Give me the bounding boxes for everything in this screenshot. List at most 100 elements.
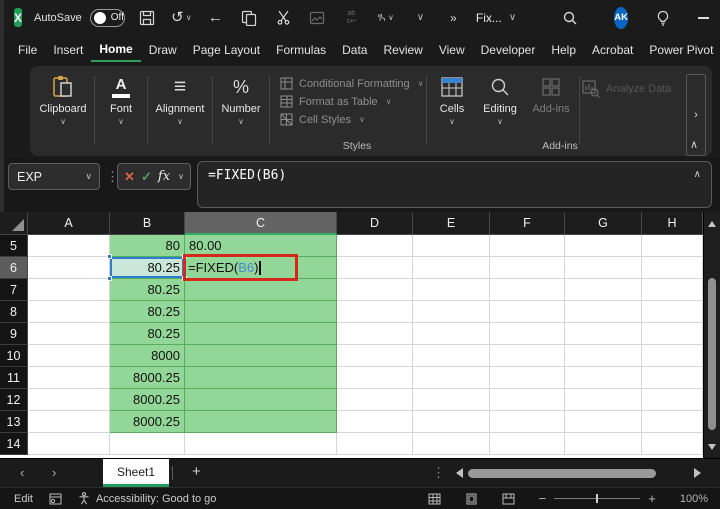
collapse-ribbon-icon[interactable]: ∧ [690,138,698,151]
cell-G12[interactable] [565,389,642,411]
cell-D10[interactable] [337,345,413,367]
name-box-chevron-icon[interactable]: ∨ [85,171,92,182]
cell-D12[interactable] [337,389,413,411]
autosave-toggle[interactable]: Off [89,8,125,27]
zoom-slider-handle[interactable] [596,494,599,503]
fx-chevron-icon[interactable]: ∨ [178,172,184,181]
document-title-dropdown[interactable]: Fix... ∨ [476,11,516,25]
cell-E14[interactable] [413,433,490,455]
cell-A7[interactable] [28,279,110,301]
cell-B5[interactable]: 80 [110,235,185,257]
cell-E11[interactable] [413,367,490,389]
cell-H13[interactable] [642,411,703,433]
sheet-tab-sheet1[interactable]: Sheet1 [103,459,170,487]
alignment-group-button[interactable]: ≡ Alignment ∨ [150,70,210,126]
col-header-G[interactable]: G [565,212,642,235]
col-header-D[interactable]: D [337,212,413,235]
col-header-C[interactable]: C [185,212,337,235]
page-break-view-icon[interactable] [502,493,515,505]
cell-A8[interactable] [28,301,110,323]
cell-G9[interactable] [565,323,642,345]
cell-H7[interactable] [642,279,703,301]
tab-data[interactable]: Data [334,38,375,61]
cell-H6[interactable] [642,257,703,279]
vertical-scrollbar-thumb[interactable] [708,278,716,430]
accessibility-status[interactable]: Accessibility: Good to go [96,493,216,505]
tab-formulas[interactable]: Formulas [268,38,334,61]
next-sheet-icon[interactable]: › [52,465,56,480]
cell-E8[interactable] [413,301,490,323]
accessibility-icon[interactable] [78,492,90,505]
cell-B9[interactable]: 80.25 [110,323,185,345]
save-icon[interactable] [139,9,156,26]
row-header-7[interactable]: 7 [0,279,28,301]
cell-D5[interactable] [337,235,413,257]
cell-B14[interactable] [110,433,185,455]
row-header-6[interactable]: 6 [0,257,28,279]
cell-A12[interactable] [28,389,110,411]
cell-D8[interactable] [337,301,413,323]
page-layout-view-icon[interactable] [465,493,478,505]
horizontal-scrollbar-thumb[interactable] [468,469,656,478]
cell-B11[interactable]: 8000.25 [110,367,185,389]
row-header-10[interactable]: 10 [0,345,28,367]
cell-E5[interactable] [413,235,490,257]
row-header-8[interactable]: 8 [0,301,28,323]
qat-overflow-icon[interactable]: » [445,9,462,26]
cell-E13[interactable] [413,411,490,433]
scroll-right-icon[interactable] [694,468,701,478]
chevron-down-icon[interactable]: ∨ [411,9,428,26]
cell-G14[interactable] [565,433,642,455]
cell-C10[interactable] [185,345,337,367]
cell-A9[interactable] [28,323,110,345]
tab-file[interactable]: File [10,38,45,61]
cell-C12[interactable] [185,389,337,411]
search-icon[interactable] [562,9,578,26]
cell-H9[interactable] [642,323,703,345]
cell-C8[interactable] [185,301,337,323]
user-avatar[interactable]: AK [614,6,628,29]
paste-icon[interactable] [309,9,326,26]
select-all-button[interactable] [0,212,28,235]
col-header-E[interactable]: E [413,212,490,235]
cell-G13[interactable] [565,411,642,433]
number-group-button[interactable]: % Number ∨ [215,70,267,127]
cell-B10[interactable]: 8000 [110,345,185,367]
cell-H11[interactable] [642,367,703,389]
cell-G6[interactable] [565,257,642,279]
cell-E9[interactable] [413,323,490,345]
cell-F14[interactable] [490,433,565,455]
zoom-level[interactable]: 100% [680,493,708,505]
vertical-scrollbar[interactable] [703,212,720,458]
cell-F5[interactable] [490,235,565,257]
tab-acrobat[interactable]: Acrobat [584,38,641,61]
col-header-B[interactable]: B [110,212,185,235]
cell-E6[interactable] [413,257,490,279]
touch-mode-icon[interactable]: ∨ [377,9,394,26]
formula-input[interactable]: =FIXED(B6) ∧ [197,161,712,208]
cell-F13[interactable] [490,411,565,433]
tab-view[interactable]: View [431,38,473,61]
font-group-button[interactable]: A Font ∨ [97,70,145,127]
tab-help[interactable]: Help [543,38,584,61]
cell-H10[interactable] [642,345,703,367]
minimize-button[interactable] [697,9,709,26]
row-header-13[interactable]: 13 [0,411,28,433]
cell-C5[interactable]: 80.00 [185,235,337,257]
row-header-9[interactable]: 9 [0,323,28,345]
tab-review[interactable]: Review [375,38,430,61]
replace-icon[interactable]: ab c↩ [343,9,360,26]
cell-F10[interactable] [490,345,565,367]
analyze-data-button[interactable]: Analyze Data [582,70,682,98]
cell-G7[interactable] [565,279,642,301]
prev-sheet-icon[interactable]: ‹ [20,465,24,480]
scroll-down-icon[interactable] [708,444,716,450]
row-header-5[interactable]: 5 [0,235,28,257]
cell-H12[interactable] [642,389,703,411]
cell-B6-referenced[interactable]: 80.25 [107,254,187,281]
cell-G5[interactable] [565,235,642,257]
cell-D7[interactable] [337,279,413,301]
back-arrow-icon[interactable]: ← [207,9,224,26]
row-header-12[interactable]: 12 [0,389,28,411]
cell-F6[interactable] [490,257,565,279]
